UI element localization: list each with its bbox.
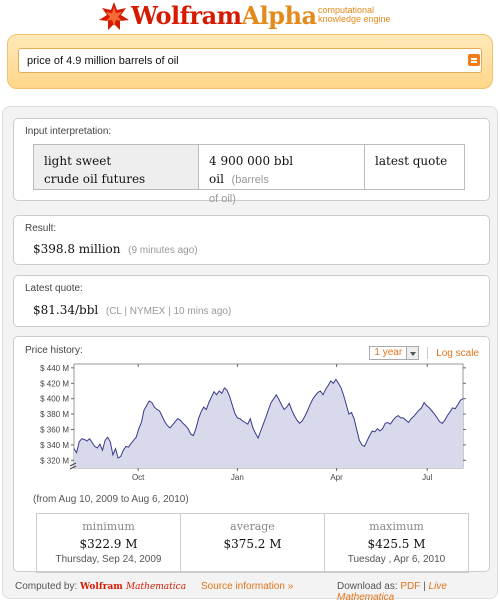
logo-alpha-text: Alpha <box>241 1 318 30</box>
latest-quote-pod: Latest quote: $81.34/bbl (CL | NYMEX | 1… <box>13 275 490 327</box>
price-history-chart: $ 320 M $ 340 M $ 360 M $ 380 M $ 400 M $ 420… <box>40 363 466 482</box>
commodity-line-2: crude oil futures <box>44 172 146 186</box>
stat-date: Thursday, Sep 24, 2009 <box>55 554 162 565</box>
download-pdf-link[interactable]: PDF <box>400 581 420 592</box>
stat-label: maximum <box>369 520 424 533</box>
amount-unit-1: (barrels <box>231 174 269 186</box>
y-tick-label: $ 320 M <box>40 456 69 465</box>
interpretation-quote-type: latest quote <box>375 154 448 168</box>
result-line: $398.8 million (9 minutes ago) <box>33 242 198 256</box>
stat-label: average <box>230 520 275 533</box>
stat-date: Tuesday , Apr 6, 2010 <box>347 554 446 565</box>
brand-mathematica: Mathematica <box>125 582 187 592</box>
x-tick-label: Apr <box>330 473 343 482</box>
price-history-pod: Price history: 1 year Log scale $ 320 M $… <box>13 336 490 573</box>
search-bar <box>7 34 493 89</box>
result-age: (9 minutes ago) <box>128 245 198 256</box>
source-information-link[interactable]: Source information » <box>201 581 293 592</box>
input-interpretation-pod: Input interpretation: light sweet crude … <box>13 118 490 205</box>
pod-title: Result: <box>25 223 57 234</box>
separator: | <box>423 581 426 592</box>
commodity-line-1: light sweet <box>44 154 112 168</box>
pod-title: Latest quote: <box>25 283 83 294</box>
latest-quote-details: (CL | NYMEX | 10 mins ago) <box>105 306 232 317</box>
brand-wolfram: Wolfram <box>80 582 123 592</box>
result-value: $398.8 million <box>33 242 121 256</box>
latest-quote-line: $81.34/bbl (CL | NYMEX | 10 mins ago) <box>33 303 231 317</box>
wolfram-mathematica-link[interactable]: Wolfram Mathematica <box>80 582 186 592</box>
y-tick-label: $ 340 M <box>40 441 69 450</box>
y-tick-label: $ 380 M <box>40 410 69 419</box>
wolfram-star-logo-icon <box>99 2 129 30</box>
stat-value: $375.2 M <box>223 537 282 551</box>
wolfram-alpha-logo[interactable]: WolframAlpha <box>131 1 317 30</box>
x-tick-label: Jan <box>231 473 244 482</box>
date-range: (from Aug 10, 2009 to Aug 6, 2010) <box>33 494 189 505</box>
computed-by-label: Computed by: <box>15 581 78 592</box>
latest-quote-value: $81.34/bbl <box>33 303 99 317</box>
stat-maximum: maximum $425.5 M Tuesday , Apr 6, 2010 <box>325 514 468 572</box>
download-as: Download as: PDF | Live Mathematica <box>337 581 490 603</box>
tagline-line-2: knowledge engine <box>318 14 391 24</box>
stat-value: $322.9 M <box>79 537 138 551</box>
x-tick-label: Oct <box>132 473 145 482</box>
download-as-label: Download as: <box>337 581 398 592</box>
y-tick-label: $ 360 M <box>40 425 69 434</box>
interpretation-table: light sweet crude oil futures 4 900 000 … <box>33 144 465 205</box>
results-panel: Input interpretation: light sweet crude … <box>2 106 498 603</box>
amount-unit-2: of oil) <box>209 193 236 205</box>
search-submit-button[interactable] <box>468 54 480 66</box>
interpretation-amount: 4 900 000 bbl oil (barrels of oil) <box>199 145 365 205</box>
interpretation-commodity: light sweet crude oil futures <box>34 145 199 189</box>
computed-by: Computed by: Wolfram Mathematica <box>15 581 186 592</box>
header: WolframAlpha computational knowledge eng… <box>0 0 500 30</box>
stat-average: average $375.2 M <box>181 514 325 572</box>
x-tick-label: Jul <box>422 473 432 482</box>
price-stats-table: minimum $322.9 M Thursday, Sep 24, 2009 … <box>36 513 469 573</box>
stat-minimum: minimum $322.9 M Thursday, Sep 24, 2009 <box>37 514 181 572</box>
pod-title: Input interpretation: <box>25 126 112 137</box>
logo-wolfram-text: Wolfram <box>131 1 242 30</box>
search-input[interactable] <box>18 48 482 73</box>
result-pod: Result: $398.8 million (9 minutes ago) <box>13 215 490 265</box>
tagline: computational knowledge engine <box>318 6 391 24</box>
y-tick-label: $ 400 M <box>40 395 69 404</box>
stat-value: $425.5 M <box>367 537 426 551</box>
y-tick-label: $ 420 M <box>40 379 69 388</box>
y-tick-label: $ 440 M <box>40 364 69 373</box>
stat-label: minimum <box>82 520 135 533</box>
